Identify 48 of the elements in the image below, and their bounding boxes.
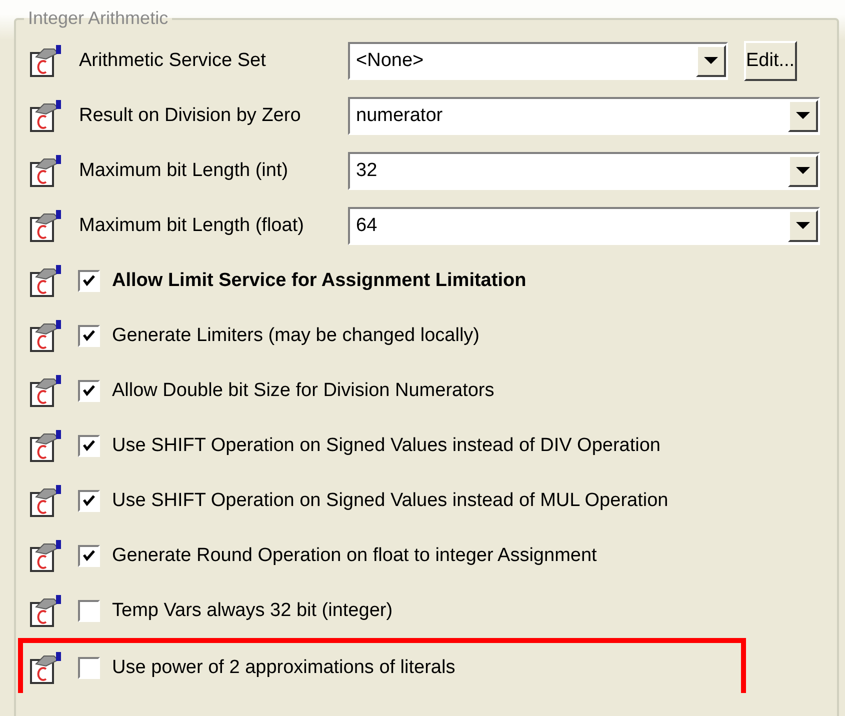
checkmark-icon (82, 384, 96, 398)
document-icon (30, 210, 62, 242)
checkbox[interactable] (78, 544, 100, 566)
document-icon (30, 264, 62, 296)
checkbox-label: Use SHIFT Operation on Signed Values instead of MUL Operation (112, 490, 668, 512)
dropdown[interactable]: <None> (348, 42, 728, 80)
document-icon (30, 44, 62, 76)
field-label: Maximum bit Length (float) (79, 214, 305, 236)
checkmark-icon (82, 328, 96, 342)
checkbox[interactable] (78, 434, 100, 456)
document-icon (30, 540, 62, 572)
edit-button[interactable]: Edit... (744, 40, 797, 80)
dropdown-button[interactable] (788, 210, 818, 242)
checkbox[interactable] (78, 270, 100, 292)
checkmark-icon (82, 274, 96, 288)
checkmark-icon (82, 548, 96, 562)
dropdown[interactable]: numerator (348, 96, 820, 134)
document-icon (30, 320, 62, 352)
dropdown[interactable]: 64 (348, 206, 820, 244)
checkbox-label: Temp Vars always 32 bit (integer) (112, 600, 393, 622)
checkbox[interactable] (78, 657, 100, 679)
field-label: Maximum bit Length (int) (79, 160, 290, 182)
dropdown[interactable]: 32 (348, 152, 820, 190)
checkmark-icon (82, 494, 96, 508)
checkbox-label: Generate Round Operation on float to integer Assignment (112, 544, 597, 566)
checkbox[interactable] (78, 380, 100, 402)
group-title: Integer Arithmetic (27, 10, 170, 29)
checkmark-icon (82, 438, 96, 452)
checkbox[interactable] (78, 490, 100, 512)
document-icon (30, 594, 62, 626)
checkbox[interactable] (78, 600, 100, 622)
checkbox-label: Allow Limit Service for Assignment Limitation (112, 270, 526, 292)
document-icon (30, 154, 62, 186)
document-icon (30, 484, 62, 516)
field-label: Result on Division by Zero (79, 104, 302, 126)
document-icon (30, 374, 62, 406)
checkbox[interactable] (78, 324, 100, 346)
checkbox-label: Generate Limiters (may be changed locally) (112, 324, 480, 346)
field-label: Arithmetic Service Set (79, 50, 267, 72)
dropdown-button[interactable] (696, 44, 726, 76)
document-icon (30, 100, 62, 132)
dropdown-button[interactable] (788, 154, 818, 186)
document-icon (30, 430, 62, 462)
document-icon (30, 652, 62, 684)
checkbox-label: Allow Double bit Size for Division Numerators (112, 380, 494, 402)
checkbox-label: Use power of 2 approximations of literals (112, 657, 456, 679)
checkbox-label: Use SHIFT Operation on Signed Values instead of DIV Operation (112, 434, 660, 456)
dropdown-button[interactable] (788, 100, 818, 132)
